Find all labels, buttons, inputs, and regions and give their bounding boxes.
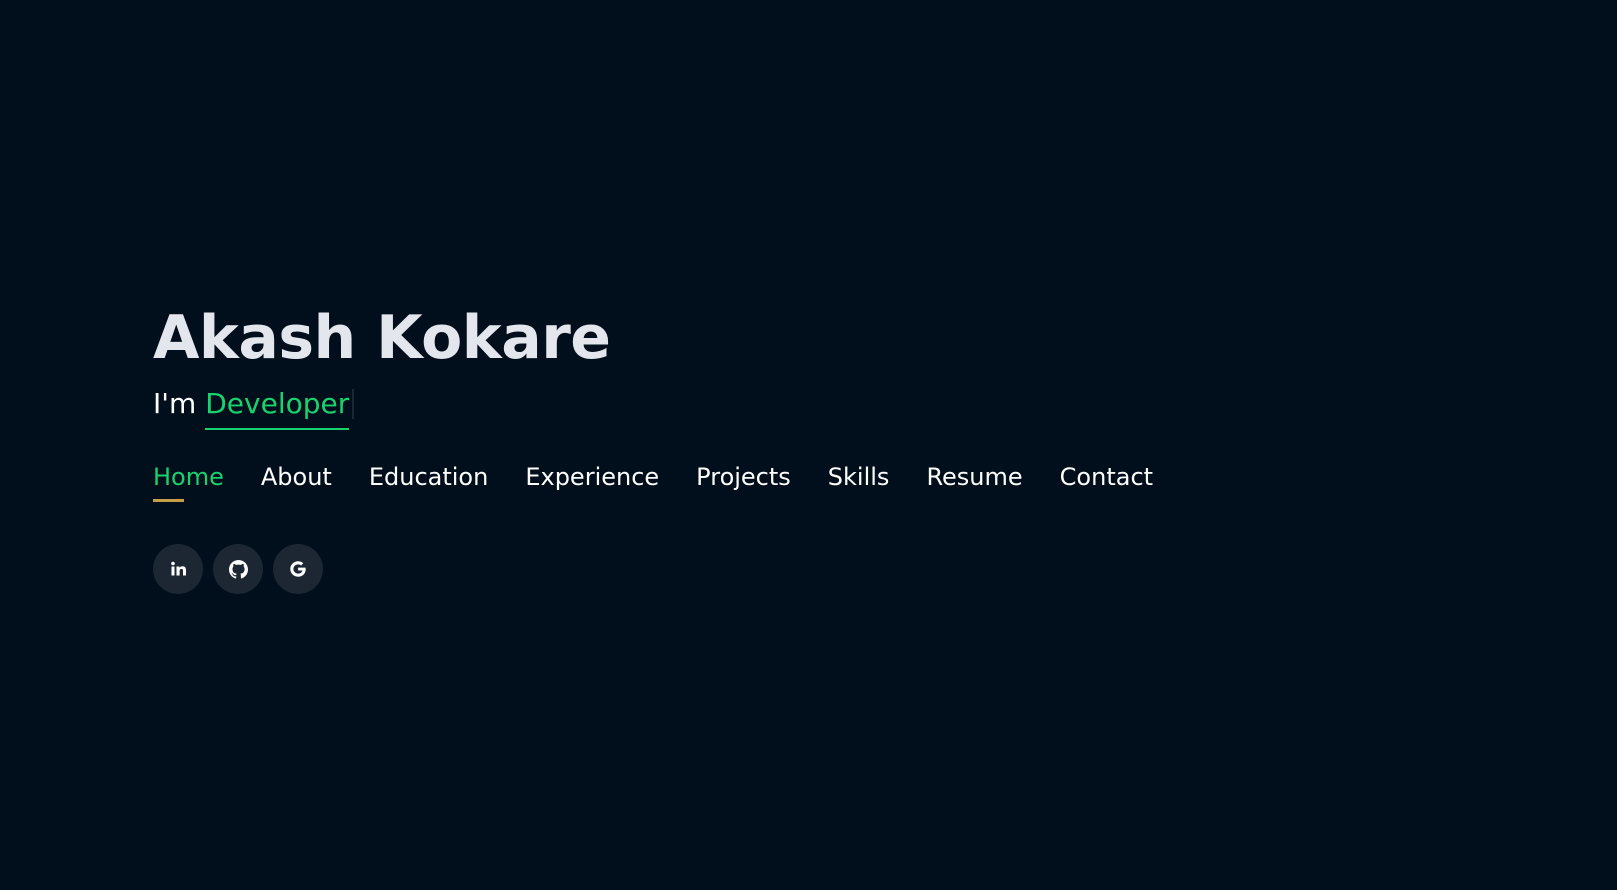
nav-item-about[interactable]: About <box>261 460 332 502</box>
main-nav: Home About Education Experience Projects… <box>153 460 1190 502</box>
nav-item-skills[interactable]: Skills <box>828 460 890 502</box>
hero-section: Akash Kokare I'm Developer Home About Ed… <box>153 296 1190 594</box>
google-icon <box>290 561 306 577</box>
github-icon <box>228 559 248 579</box>
linkedin-icon <box>171 561 186 576</box>
nav-item-home[interactable]: Home <box>153 460 224 502</box>
nav-item-education[interactable]: Education <box>369 460 488 502</box>
google-button[interactable] <box>273 544 323 594</box>
nav-item-experience[interactable]: Experience <box>525 460 659 502</box>
tagline-role: Developer <box>205 384 350 430</box>
hero-name: Akash Kokare <box>153 303 611 373</box>
nav-item-resume[interactable]: Resume <box>926 460 1022 502</box>
social-links <box>153 544 1190 594</box>
typing-cursor <box>352 389 355 419</box>
nav-item-contact[interactable]: Contact <box>1060 460 1153 502</box>
nav-item-projects[interactable]: Projects <box>696 460 791 502</box>
github-button[interactable] <box>213 544 263 594</box>
linkedin-button[interactable] <box>153 544 203 594</box>
hero-tagline: I'm Developer <box>153 384 1190 430</box>
tagline-prefix: I'm <box>153 387 197 420</box>
